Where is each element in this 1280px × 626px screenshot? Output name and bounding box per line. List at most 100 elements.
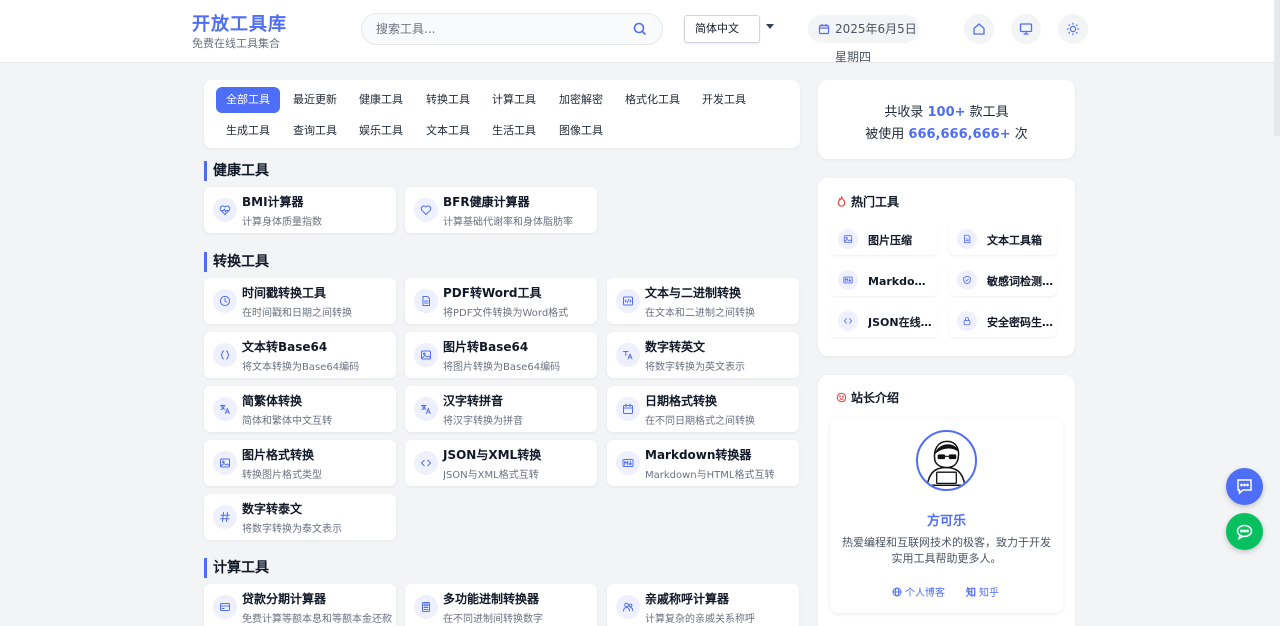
tool-card[interactable]: 图片转Base64 将图片转换为Base64编码 <box>405 332 597 378</box>
tool-card[interactable]: 时间戳转换工具 在时间戳和日期之间转换 <box>204 278 396 324</box>
braces-icon <box>220 350 230 360</box>
hot-tool-item[interactable]: JSON在线格式化 <box>830 305 938 337</box>
search-input[interactable] <box>376 14 626 44</box>
hot-tool-item[interactable]: 敏感词检测工具 <box>949 264 1057 296</box>
blog-link[interactable]: 个人博客 <box>892 584 945 599</box>
theme-toggle-button[interactable] <box>1058 14 1088 44</box>
tool-icon-wrap <box>414 451 438 475</box>
tool-card[interactable]: 文本转Base64 将文本转换为Base64编码 <box>204 332 396 378</box>
author-card: 方可乐 热爱编程和互联网技术的极客，致力于开发实用工具帮助更多人。 个人博客 知… <box>830 418 1063 613</box>
tool-card[interactable]: Markdown转换器 Markdown与HTML格式互转 <box>607 440 799 486</box>
category-tab[interactable]: 娱乐工具 <box>349 118 413 144</box>
tool-icon-wrap <box>616 595 640 619</box>
tool-name: 简繁体转换 <box>242 394 303 408</box>
category-tab[interactable]: 生活工具 <box>482 118 546 144</box>
display-mode-button[interactable] <box>1011 14 1041 44</box>
tool-card[interactable]: 汉字转拼音 将汉字转换为拼音 <box>405 386 597 432</box>
category-tab[interactable]: 生成工具 <box>216 118 280 144</box>
tool-card[interactable]: 数字转英文 将数字转换为英文表示 <box>607 332 799 378</box>
tool-icon-wrap <box>213 595 237 619</box>
about-panel: 站长介绍 方可乐 热爱编程和互联网技术的极客，致力于开发实用工具帮助更多人。 个… <box>818 375 1075 626</box>
tool-card[interactable]: 多功能进制转换器 在不同进制间转换数字 <box>405 584 597 626</box>
tool-name: 日期格式转换 <box>645 394 718 408</box>
calculator-icon <box>422 602 430 612</box>
tool-card[interactable]: 简繁体转换简体和繁体中文互转 <box>204 386 396 432</box>
zhihu-link[interactable]: 知知乎 <box>966 584 999 599</box>
sun-icon <box>1066 22 1080 36</box>
image-icon <box>843 235 853 243</box>
category-tab[interactable]: 加密解密 <box>549 87 613 113</box>
hot-tool-label: Markdown转换器 <box>868 275 934 288</box>
tool-card[interactable]: JSON与XML转换 JSON与XML格式互转 <box>405 440 597 486</box>
search-box[interactable] <box>361 13 663 45</box>
stats-tool-count: 共收录 100+ 款工具 <box>884 105 1009 120</box>
chat-icon <box>1237 479 1252 495</box>
tool-name: 多功能进制转换器 <box>443 592 540 606</box>
tool-name: 图片格式转换 <box>242 448 315 462</box>
tool-card[interactable]: 贷款分期计算器 免费计算等额本息和等额本金还款 <box>204 584 396 626</box>
lock-icon <box>963 317 971 326</box>
category-tab[interactable]: 全部工具 <box>216 87 280 113</box>
hot-tool-item[interactable]: 文本工具箱 <box>949 223 1057 255</box>
category-tab[interactable]: 文本工具 <box>416 118 480 144</box>
tool-description: 简体和繁体中文互转 <box>242 416 332 427</box>
category-tab[interactable]: 计算工具 <box>482 87 546 113</box>
date-badge: 2025年6月5日星期四 <box>808 15 919 64</box>
tool-card[interactable]: 日期格式转换 在不同日期格式之间转换 <box>607 386 799 432</box>
avatar[interactable] <box>916 430 977 491</box>
category-tab[interactable]: 开发工具 <box>692 87 756 113</box>
tool-icon-wrap <box>414 595 438 619</box>
tool-icon-wrap <box>616 451 640 475</box>
tool-description: 将图片转换为Base64编码 <box>443 362 561 373</box>
hot-tool-item[interactable]: 安全密码生成器 <box>949 305 1057 337</box>
feedback-button[interactable] <box>1226 468 1263 505</box>
tool-card[interactable]: PDF转Word工具 将PDF文件转换为Word格式 <box>405 278 597 324</box>
tool-name: PDF转Word工具 <box>443 286 542 300</box>
home-button[interactable] <box>964 14 994 44</box>
hot-tools-heading: 热门工具 <box>836 193 899 210</box>
scrollbar[interactable] <box>1274 0 1280 136</box>
tool-description: 将汉字转换为拼音 <box>443 416 523 427</box>
users-icon <box>623 602 634 612</box>
hot-tool-label: 安全密码生成器 <box>987 316 1053 329</box>
hot-tool-icon-wrap <box>838 311 858 331</box>
document-icon <box>422 296 430 306</box>
tool-card[interactable]: 文本与二进制转换 在文本和二进制之间转换 <box>607 278 799 324</box>
hot-tool-item[interactable]: Markdown转换器 <box>830 264 938 296</box>
tool-name: 数字转英文 <box>645 340 706 354</box>
heart-pulse-icon <box>219 205 231 215</box>
tool-card[interactable]: 图片格式转换 转换图片格式类型 <box>204 440 396 486</box>
category-tab[interactable]: 图像工具 <box>549 118 613 144</box>
tool-card[interactable]: 亲戚称呼计算器 计算复杂的亲戚关系称呼 <box>607 584 799 626</box>
search-icon[interactable] <box>632 21 648 37</box>
code-icon <box>421 459 431 467</box>
tool-card[interactable]: 数字转泰文 将数字转换为泰文表示 <box>204 494 396 540</box>
category-tab[interactable]: 转换工具 <box>416 87 480 113</box>
globe-icon <box>892 587 902 597</box>
tool-description: 计算身体质量指数 <box>242 217 322 228</box>
wechat-button[interactable] <box>1226 513 1263 550</box>
category-tab[interactable]: 格式化工具 <box>615 87 690 113</box>
language-select[interactable]: 简体中文 <box>684 15 760 43</box>
tool-description: Markdown与HTML格式互转 <box>645 470 775 481</box>
wechat-icon <box>1236 524 1253 541</box>
tool-card[interactable]: BFR健康计算器 计算基础代谢率和身体脂肪率 <box>405 187 597 233</box>
home-icon <box>973 23 985 35</box>
stats-usage-count: 被使用 666,666,666+ 次 <box>865 127 1028 142</box>
hot-tool-item[interactable]: 图片压缩 <box>830 223 938 255</box>
about-heading: 站长介绍 <box>836 389 899 406</box>
category-tab[interactable]: 最近更新 <box>283 87 347 113</box>
heart-icon <box>420 205 432 215</box>
hot-tool-icon-wrap <box>838 229 858 249</box>
tool-icon-wrap <box>213 343 237 367</box>
chevron-down-icon[interactable] <box>766 24 774 29</box>
tool-name: BMI计算器 <box>242 195 304 209</box>
category-tab[interactable]: 查询工具 <box>283 118 347 144</box>
zhihu-icon: 知 <box>966 588 976 599</box>
tool-name: 数字转泰文 <box>242 502 303 516</box>
tool-icon-wrap <box>616 343 640 367</box>
tool-card[interactable]: BMI计算器计算身体质量指数 <box>204 187 396 233</box>
site-title[interactable]: 开放工具库 <box>192 10 287 36</box>
hot-tool-icon-wrap <box>838 270 858 290</box>
category-tab[interactable]: 健康工具 <box>349 87 413 113</box>
